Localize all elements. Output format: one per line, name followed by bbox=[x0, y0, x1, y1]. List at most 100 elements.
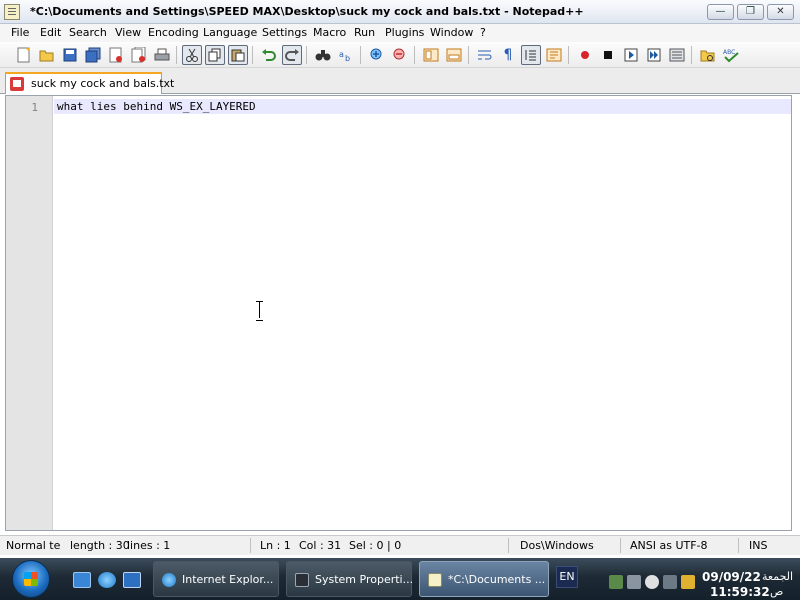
system-properties-icon bbox=[295, 573, 309, 587]
taskbar-item-internet-explorer[interactable]: Internet Explor... bbox=[153, 561, 279, 597]
indent-guide-icon[interactable] bbox=[521, 45, 541, 65]
copy-icon[interactable] bbox=[205, 45, 225, 65]
status-encoding: ANSI as UTF-8 bbox=[630, 539, 708, 552]
open-folder-icon[interactable] bbox=[698, 45, 718, 65]
close-button[interactable]: ✕ bbox=[767, 4, 794, 20]
zoom-out-icon[interactable] bbox=[390, 45, 410, 65]
find-icon[interactable] bbox=[313, 45, 333, 65]
menu-view[interactable]: View bbox=[115, 26, 141, 39]
network-tray-icon[interactable] bbox=[609, 575, 623, 589]
save-all-icon[interactable] bbox=[83, 45, 103, 65]
svg-text:a: a bbox=[339, 50, 344, 59]
close-all-icon[interactable] bbox=[129, 45, 149, 65]
menu-window[interactable]: Window bbox=[430, 26, 473, 39]
document-tab-bar: suck my cock and bals.txt bbox=[0, 68, 800, 94]
stop-macro-icon[interactable] bbox=[598, 45, 618, 65]
notepadpp-app-icon[interactable] bbox=[4, 4, 20, 20]
internet-explorer-icon bbox=[162, 573, 176, 587]
toolbar-separator bbox=[568, 46, 569, 64]
save-icon[interactable] bbox=[60, 45, 80, 65]
status-separator bbox=[738, 538, 739, 553]
svg-text:b: b bbox=[345, 54, 350, 62]
menu-settings[interactable]: Settings bbox=[262, 26, 307, 39]
skype-tray-icon[interactable] bbox=[645, 575, 659, 589]
line-number-gutter: 1 bbox=[6, 96, 53, 530]
close-icon[interactable] bbox=[106, 45, 126, 65]
internet-explorer-quicklaunch-icon[interactable] bbox=[98, 572, 116, 588]
menu-macro[interactable]: Macro bbox=[313, 26, 346, 39]
status-eol: Dos\Windows bbox=[520, 539, 594, 552]
status-separator bbox=[620, 538, 621, 553]
play-macro-icon[interactable] bbox=[621, 45, 641, 65]
task-label: System Properti... bbox=[315, 573, 414, 586]
cut-icon[interactable] bbox=[182, 45, 202, 65]
toolbar-separator bbox=[468, 46, 469, 64]
menu-help[interactable]: ? bbox=[480, 26, 486, 39]
tool-tray-icon[interactable] bbox=[681, 575, 695, 589]
replace-icon[interactable]: ab bbox=[336, 45, 356, 65]
toolbar-separator bbox=[252, 46, 253, 64]
menu-plugins[interactable]: Plugins bbox=[385, 26, 424, 39]
toolbar-separator bbox=[360, 46, 361, 64]
toolbar: ab ¶ ABC bbox=[0, 42, 800, 68]
title-bar[interactable]: *C:\Documents and Settings\SPEED MAX\Des… bbox=[0, 0, 800, 24]
taskbar-item-notepadpp[interactable]: *C:\Documents ... bbox=[419, 561, 549, 597]
clock-ampm: ص bbox=[770, 585, 784, 598]
paste-icon[interactable] bbox=[228, 45, 248, 65]
svg-text:ABC: ABC bbox=[723, 49, 735, 56]
spell-check-icon[interactable]: ABC bbox=[721, 45, 741, 65]
window-title: *C:\Documents and Settings\SPEED MAX\Des… bbox=[30, 5, 584, 18]
line-number: 1 bbox=[31, 101, 38, 114]
status-doc-type: Normal te bbox=[6, 539, 61, 552]
menu-bar: File Edit Search View Encoding Language … bbox=[0, 24, 800, 42]
status-length: length : 30 bbox=[70, 539, 130, 552]
sync-vertical-icon[interactable] bbox=[421, 45, 441, 65]
clock-time[interactable]: 11:59:32 bbox=[710, 585, 770, 599]
clock-date[interactable]: 09/09/22 bbox=[702, 570, 761, 584]
tab-label: suck my cock and bals.txt bbox=[31, 77, 175, 90]
code-line[interactable]: what lies behind WS_EX_LAYERED bbox=[57, 100, 256, 113]
run-macro-multiple-icon[interactable] bbox=[644, 45, 664, 65]
word-wrap-icon[interactable] bbox=[475, 45, 495, 65]
menu-language[interactable]: Language bbox=[203, 26, 257, 39]
toolbar-separator bbox=[306, 46, 307, 64]
show-all-chars-icon[interactable]: ¶ bbox=[498, 45, 518, 65]
menu-file[interactable]: File bbox=[11, 26, 29, 39]
redo-icon[interactable] bbox=[282, 45, 302, 65]
clock-day: الجمعة bbox=[762, 570, 794, 583]
outlook-quicklaunch-icon[interactable] bbox=[123, 572, 141, 588]
status-sel: Sel : 0 | 0 bbox=[349, 539, 402, 552]
menu-edit[interactable]: Edit bbox=[40, 26, 61, 39]
ibeam-cursor-icon bbox=[255, 301, 265, 321]
undo-icon[interactable] bbox=[259, 45, 279, 65]
volume-tray-icon[interactable] bbox=[627, 575, 641, 589]
tab-document[interactable]: suck my cock and bals.txt bbox=[5, 72, 174, 94]
unsaved-file-icon bbox=[10, 77, 24, 91]
maximize-button[interactable]: ❐ bbox=[737, 4, 764, 20]
status-ln: Ln : 1 bbox=[260, 539, 291, 552]
status-col: Col : 31 bbox=[299, 539, 342, 552]
new-file-icon[interactable] bbox=[14, 45, 34, 65]
doc-map-icon[interactable] bbox=[544, 45, 564, 65]
notepadpp-icon bbox=[428, 573, 442, 587]
editor-area[interactable]: 1 what lies behind WS_EX_LAYERED bbox=[5, 95, 792, 531]
toolbar-separator bbox=[414, 46, 415, 64]
taskbar-item-system-properties[interactable]: System Properti... bbox=[286, 561, 414, 597]
save-macro-icon[interactable] bbox=[667, 45, 687, 65]
device-tray-icon[interactable] bbox=[663, 575, 677, 589]
zoom-in-icon[interactable] bbox=[367, 45, 387, 65]
status-separator bbox=[508, 538, 509, 553]
language-indicator[interactable]: EN bbox=[556, 566, 578, 588]
record-macro-icon[interactable] bbox=[575, 45, 595, 65]
menu-encoding[interactable]: Encoding bbox=[148, 26, 199, 39]
menu-search[interactable]: Search bbox=[69, 26, 107, 39]
status-mode: INS bbox=[749, 539, 768, 552]
print-icon[interactable] bbox=[152, 45, 172, 65]
taskbar: Internet Explor... System Properti... *C… bbox=[0, 558, 800, 600]
open-file-icon[interactable] bbox=[37, 45, 57, 65]
sync-horizontal-icon[interactable] bbox=[444, 45, 464, 65]
start-button[interactable] bbox=[12, 560, 50, 598]
menu-run[interactable]: Run bbox=[354, 26, 375, 39]
show-desktop-icon[interactable] bbox=[73, 572, 91, 588]
minimize-button[interactable]: — bbox=[707, 4, 734, 20]
